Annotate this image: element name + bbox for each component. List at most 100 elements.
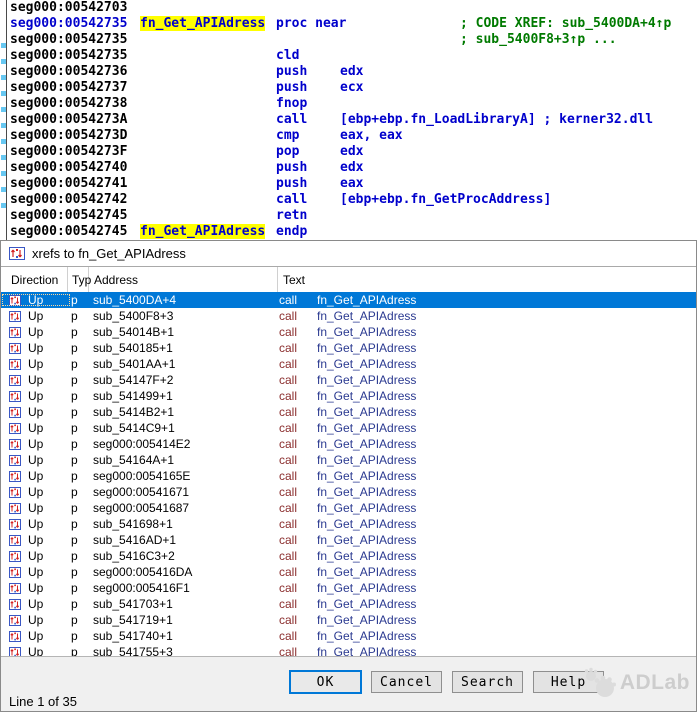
xref-row[interactable]: Up p seg000:00541671 call fn_Get_APIAdre… <box>1 484 696 500</box>
code-line[interactable]: seg000:00542735; sub_5400F8+3↑p ... <box>0 32 697 48</box>
xref-row[interactable]: Up p sub_54147F+2 call fn_Get_APIAdress <box>1 372 696 388</box>
mnemonic-value: call <box>279 485 317 499</box>
code-line[interactable]: seg000:00542735fn_Get_APIAdressproc near… <box>0 16 697 32</box>
xref-row[interactable]: Up p sub_541703+1 call fn_Get_APIAdress <box>1 596 696 612</box>
typ-value: p <box>71 421 93 435</box>
ok-button[interactable]: OK <box>289 670 362 694</box>
xrefs-dialog-titlebar[interactable]: xrefs to fn_Get_APIAdress <box>1 241 696 267</box>
target-value: fn_Get_APIAdress <box>317 501 416 515</box>
direction-cell: Up <box>1 645 71 656</box>
xref-row[interactable]: Up p sub_541755+3 call fn_Get_APIAdress <box>1 644 696 656</box>
direction-value: Up <box>28 501 43 515</box>
xref-row[interactable]: Up p sub_54164A+1 call fn_Get_APIAdress <box>1 452 696 468</box>
xref-row[interactable]: Up p sub_5414C9+1 call fn_Get_APIAdress <box>1 420 696 436</box>
typ-value: p <box>71 293 93 307</box>
code-line[interactable]: seg000:00542736pushedx <box>0 64 697 80</box>
mnemonic: cld <box>276 48 340 64</box>
highlighted-function-name[interactable]: fn_Get_APIAdress <box>140 224 265 239</box>
xref-row[interactable]: Up p sub_5400DA+4 call fn_Get_APIAdress <box>1 292 696 308</box>
typ-value: p <box>71 597 93 611</box>
code-line[interactable]: seg000:00542735cld <box>0 48 697 64</box>
typ-value: p <box>71 485 93 499</box>
code-line[interactable]: seg000:00542738fnop <box>0 96 697 112</box>
target-value: fn_Get_APIAdress <box>317 357 416 371</box>
instruction-marker-icon <box>1 139 6 144</box>
xref-icon <box>9 631 21 642</box>
address-value: sub_54164A+1 <box>93 453 279 467</box>
instruction-marker-icon <box>1 107 6 112</box>
xref-row[interactable]: Up p seg000:00541687 call fn_Get_APIAdre… <box>1 500 696 516</box>
direction-cell: Up <box>1 485 71 499</box>
highlighted-function-name[interactable]: fn_Get_APIAdress <box>140 16 265 31</box>
code-line[interactable]: seg000:00542745retn <box>0 208 697 224</box>
address-label: seg000:00542737 <box>10 80 140 96</box>
mnemonic-value: call <box>279 597 317 611</box>
direction-value: Up <box>28 517 43 531</box>
declaration-keyword: proc near <box>276 16 346 31</box>
code-line[interactable]: seg000:00542741pusheax <box>0 176 697 192</box>
cancel-button[interactable]: Cancel <box>371 671 442 693</box>
typ-value: p <box>71 501 93 515</box>
target-value: fn_Get_APIAdress <box>317 485 416 499</box>
column-header-text[interactable]: Text <box>278 267 696 292</box>
typ-value: p <box>71 517 93 531</box>
xref-icon <box>9 567 21 578</box>
typ-value: p <box>71 533 93 547</box>
address-value: seg000:005414E2 <box>93 437 279 451</box>
typ-value: p <box>71 341 93 355</box>
search-button[interactable]: Search <box>452 671 523 693</box>
code-line[interactable]: seg000:00542737pushecx <box>0 80 697 96</box>
xref-row[interactable]: Up p seg000:005416DA call fn_Get_APIAdre… <box>1 564 696 580</box>
direction-cell: Up <box>1 581 71 595</box>
target-value: fn_Get_APIAdress <box>317 389 416 403</box>
disassembly-view[interactable]: seg000:00542703seg000:00542735fn_Get_API… <box>0 0 697 240</box>
column-header-typ[interactable]: Typ <box>68 267 89 292</box>
code-line[interactable]: seg000:00542703 <box>0 0 697 16</box>
xref-row[interactable]: Up p sub_541740+1 call fn_Get_APIAdress <box>1 628 696 644</box>
instruction-marker-icon <box>1 43 6 48</box>
target-value: fn_Get_APIAdress <box>317 293 416 307</box>
status-line: Line 1 of 35 <box>9 694 77 709</box>
address-value: sub_541698+1 <box>93 517 279 531</box>
mnemonic: pop <box>276 144 340 160</box>
address-label: seg000:00542745 <box>10 224 140 240</box>
instruction-marker-icon <box>1 75 6 80</box>
xref-row[interactable]: Up p sub_5416AD+1 call fn_Get_APIAdress <box>1 532 696 548</box>
mnemonic-value: call <box>279 549 317 563</box>
target-value: fn_Get_APIAdress <box>317 597 416 611</box>
target-value: fn_Get_APIAdress <box>317 405 416 419</box>
code-line[interactable]: seg000:0054273Acall[ebp+ebp.fn_LoadLibra… <box>0 112 697 128</box>
column-header-direction[interactable]: Direction <box>1 267 68 292</box>
typ-value: p <box>71 325 93 339</box>
address-value: seg000:00541671 <box>93 485 279 499</box>
instruction-marker-icon <box>1 123 6 128</box>
target-value: fn_Get_APIAdress <box>317 453 416 467</box>
direction-value: Up <box>28 453 43 467</box>
xref-row[interactable]: Up p sub_5414B2+1 call fn_Get_APIAdress <box>1 404 696 420</box>
address-value: seg000:005416DA <box>93 565 279 579</box>
xref-row[interactable]: Up p seg000:005416F1 call fn_Get_APIAdre… <box>1 580 696 596</box>
code-line[interactable]: seg000:0054273Fpopedx <box>0 144 697 160</box>
xref-row[interactable]: Up p sub_54014B+1 call fn_Get_APIAdress <box>1 324 696 340</box>
code-line[interactable]: seg000:00542745fn_Get_APIAdressendp <box>0 224 697 240</box>
xref-row[interactable]: Up p sub_5416C3+2 call fn_Get_APIAdress <box>1 548 696 564</box>
xref-row[interactable]: Up p sub_5400F8+3 call fn_Get_APIAdress <box>1 308 696 324</box>
target-value: fn_Get_APIAdress <box>317 629 416 643</box>
xref-row[interactable]: Up p sub_541698+1 call fn_Get_APIAdress <box>1 516 696 532</box>
xref-row[interactable]: Up p sub_541719+1 call fn_Get_APIAdress <box>1 612 696 628</box>
xref-row[interactable]: Up p sub_5401AA+1 call fn_Get_APIAdress <box>1 356 696 372</box>
column-header-address[interactable]: Address <box>89 267 278 292</box>
code-line[interactable]: seg000:0054273Dcmpeax, eax <box>0 128 697 144</box>
xref-icon <box>9 423 21 434</box>
typ-value: p <box>71 453 93 467</box>
code-line[interactable]: seg000:00542740pushedx <box>0 160 697 176</box>
xref-icon <box>9 647 21 657</box>
typ-value: p <box>71 581 93 595</box>
xref-row[interactable]: Up p sub_540185+1 call fn_Get_APIAdress <box>1 340 696 356</box>
direction-value: Up <box>28 389 43 403</box>
xref-row[interactable]: Up p seg000:0054165E call fn_Get_APIAdre… <box>1 468 696 484</box>
xref-row[interactable]: Up p seg000:005414E2 call fn_Get_APIAdre… <box>1 436 696 452</box>
code-line[interactable]: seg000:00542742call[ebp+ebp.fn_GetProcAd… <box>0 192 697 208</box>
typ-value: p <box>71 309 93 323</box>
xref-row[interactable]: Up p sub_541499+1 call fn_Get_APIAdress <box>1 388 696 404</box>
